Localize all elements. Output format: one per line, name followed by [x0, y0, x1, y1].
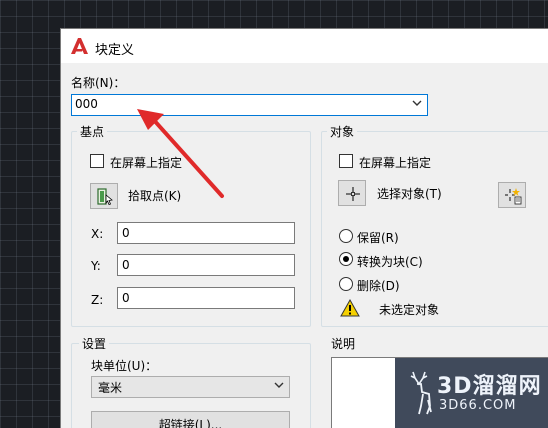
deer-logo-icon	[410, 371, 432, 415]
watermark: 3D溜溜网 3D66.COM	[395, 358, 548, 428]
watermark-domain: 3D66.COM	[439, 398, 517, 413]
watermark-brand: 3D溜溜网	[437, 374, 542, 399]
